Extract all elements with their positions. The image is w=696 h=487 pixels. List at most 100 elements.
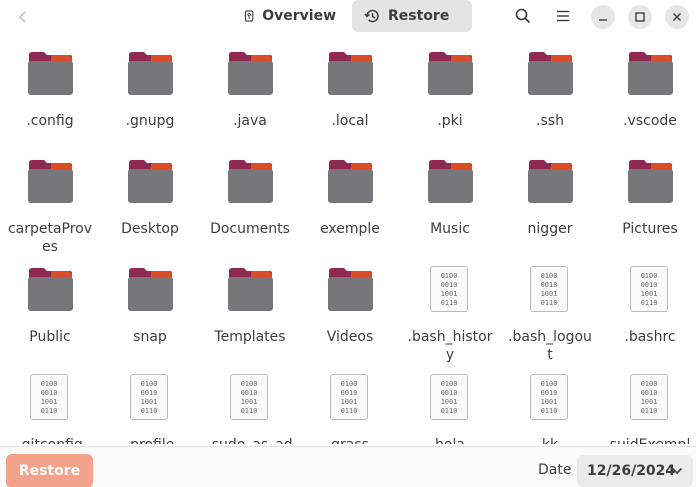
file-item[interactable]: 0100001010010110 .gitconfig xyxy=(0,374,100,444)
item-label: .local xyxy=(331,113,369,129)
item-label: .gitconfig xyxy=(0,436,100,444)
item-label: grass xyxy=(300,436,400,444)
binary-icon-line: 0010 xyxy=(540,281,558,289)
folder-item[interactable]: snap xyxy=(100,266,200,366)
folder-item[interactable]: .java xyxy=(200,50,300,150)
back-button[interactable] xyxy=(12,6,34,28)
folder-item[interactable]: .gnupg xyxy=(100,50,200,150)
device-icon xyxy=(244,10,254,22)
binary-file-icon: 0100 0010 1001 0110 xyxy=(430,266,468,312)
folder-icon xyxy=(228,160,273,203)
folder-item[interactable]: Desktop xyxy=(100,158,200,258)
binary-icon-line: 0110 xyxy=(340,407,358,415)
folder-icon xyxy=(528,160,573,203)
folder-item[interactable]: Public xyxy=(0,266,100,366)
item-label: .vscode xyxy=(623,113,677,129)
binary-file-icon: 0100 0010 1001 0110 xyxy=(430,374,468,420)
item-label: Public xyxy=(29,329,71,345)
tab-label: Overview xyxy=(262,8,336,24)
item-label: .profile xyxy=(100,436,200,444)
file-item[interactable]: 0100 0010 1001 0110 .bashrc xyxy=(600,266,696,366)
binary-icon-line: 1001 xyxy=(640,398,658,406)
close-icon xyxy=(673,13,681,21)
binary-file-icon: 0100 0010 1001 0110 xyxy=(230,374,268,420)
binary-icon-line: 0010 xyxy=(540,389,558,397)
file-item[interactable]: 0100001010010110 suidExemple xyxy=(600,374,696,444)
item-label: .sudo_as_admin_successful xyxy=(200,436,300,444)
bottom-bar: Restore Date 12/26/2024 xyxy=(0,446,696,487)
tab-restore[interactable]: Restore xyxy=(352,0,472,32)
binary-icon-line: 0110 xyxy=(540,407,558,415)
binary-icon-line: 0110 xyxy=(540,299,558,307)
item-label: .bashrc xyxy=(624,329,676,345)
file-item[interactable]: 0100001010010110 grass xyxy=(300,374,400,444)
folder-item[interactable]: .pki xyxy=(400,50,500,150)
item-label: .bash_history xyxy=(407,329,493,363)
search-button[interactable] xyxy=(512,5,534,27)
file-item[interactable]: 0100001010010110 kk xyxy=(500,374,600,444)
file-item[interactable]: 0100001010010110 .profile xyxy=(100,374,200,444)
binary-icon-line: 0010 xyxy=(640,281,658,289)
tab-overview[interactable]: Overview xyxy=(232,0,350,32)
folder-icon xyxy=(228,52,273,95)
item-label: .pki xyxy=(437,113,463,129)
folder-icon xyxy=(328,160,373,203)
folder-item[interactable]: Templates xyxy=(200,266,300,366)
item-label: exemple xyxy=(320,221,380,237)
item-label: carpetaProves xyxy=(7,221,93,255)
item-label: Videos xyxy=(326,329,374,345)
file-grid: .config .gnupg .java .local .pki .ssh .vscode c… xyxy=(0,40,696,444)
folder-icon xyxy=(28,52,73,95)
folder-item[interactable]: carpetaProves xyxy=(0,158,100,258)
binary-file-icon: 0100 0010 1001 0110 xyxy=(30,374,68,420)
folder-icon xyxy=(228,268,273,311)
binary-icon-line: 0100 xyxy=(540,272,558,280)
folder-item[interactable]: nigger xyxy=(500,158,600,258)
binary-file-icon: 0100 0010 1001 0110 xyxy=(330,374,368,420)
file-item[interactable]: 0100 0010 1001 0110 .bash_history xyxy=(400,266,500,366)
folder-icon xyxy=(328,52,373,95)
file-item[interactable]: 0100001010010110 hola xyxy=(400,374,500,444)
binary-icon-line: 1001 xyxy=(240,398,258,406)
folder-item[interactable]: .ssh xyxy=(500,50,600,150)
file-item[interactable]: 0100001010010110 .sudo_as_admin_successfu… xyxy=(200,374,300,444)
history-icon xyxy=(364,9,379,23)
binary-icon-line: 0100 xyxy=(240,380,258,388)
minimize-button[interactable] xyxy=(591,5,615,29)
binary-icon-line: 0110 xyxy=(140,407,158,415)
item-label: suidExemple xyxy=(600,436,696,444)
item-label: Pictures xyxy=(622,221,678,237)
folder-icon xyxy=(128,268,173,311)
folder-item[interactable]: exemple xyxy=(300,158,400,258)
item-label: Music xyxy=(430,221,470,237)
item-label: hola xyxy=(400,436,500,444)
maximize-icon xyxy=(635,12,645,22)
folder-item[interactable]: .vscode xyxy=(600,50,696,150)
binary-icon-line: 0010 xyxy=(40,389,58,397)
close-button[interactable] xyxy=(665,5,689,29)
folder-item[interactable]: Pictures xyxy=(600,158,696,258)
folder-item[interactable]: Videos xyxy=(300,266,400,366)
search-icon xyxy=(515,8,531,24)
date-dropdown[interactable]: 12/26/2024 xyxy=(577,455,693,487)
restore-button[interactable]: Restore xyxy=(6,454,93,487)
folder-icon xyxy=(28,268,73,311)
maximize-button[interactable] xyxy=(628,5,652,29)
file-item[interactable]: 0100 0010 1001 0110 .bash_logout xyxy=(500,266,600,366)
binary-icon-line: 0100 xyxy=(440,380,458,388)
folder-item[interactable]: .local xyxy=(300,50,400,150)
header-bar: Overview Restore xyxy=(0,0,696,33)
folder-item[interactable]: Music xyxy=(400,158,500,258)
chevron-down-icon xyxy=(671,467,683,475)
folder-item[interactable]: Documents xyxy=(200,158,300,258)
binary-icon-line: 0100 xyxy=(340,380,358,388)
item-label: snap xyxy=(133,329,167,345)
date-value: 12/26/2024 xyxy=(587,463,676,479)
binary-icon-line: 0010 xyxy=(240,389,258,397)
menu-button[interactable] xyxy=(552,5,574,27)
binary-icon-line: 0110 xyxy=(240,407,258,415)
item-label: nigger xyxy=(527,221,573,237)
binary-icon-line: 0100 xyxy=(640,380,658,388)
folder-item[interactable]: .config xyxy=(0,50,100,150)
item-label: .java xyxy=(233,113,267,129)
